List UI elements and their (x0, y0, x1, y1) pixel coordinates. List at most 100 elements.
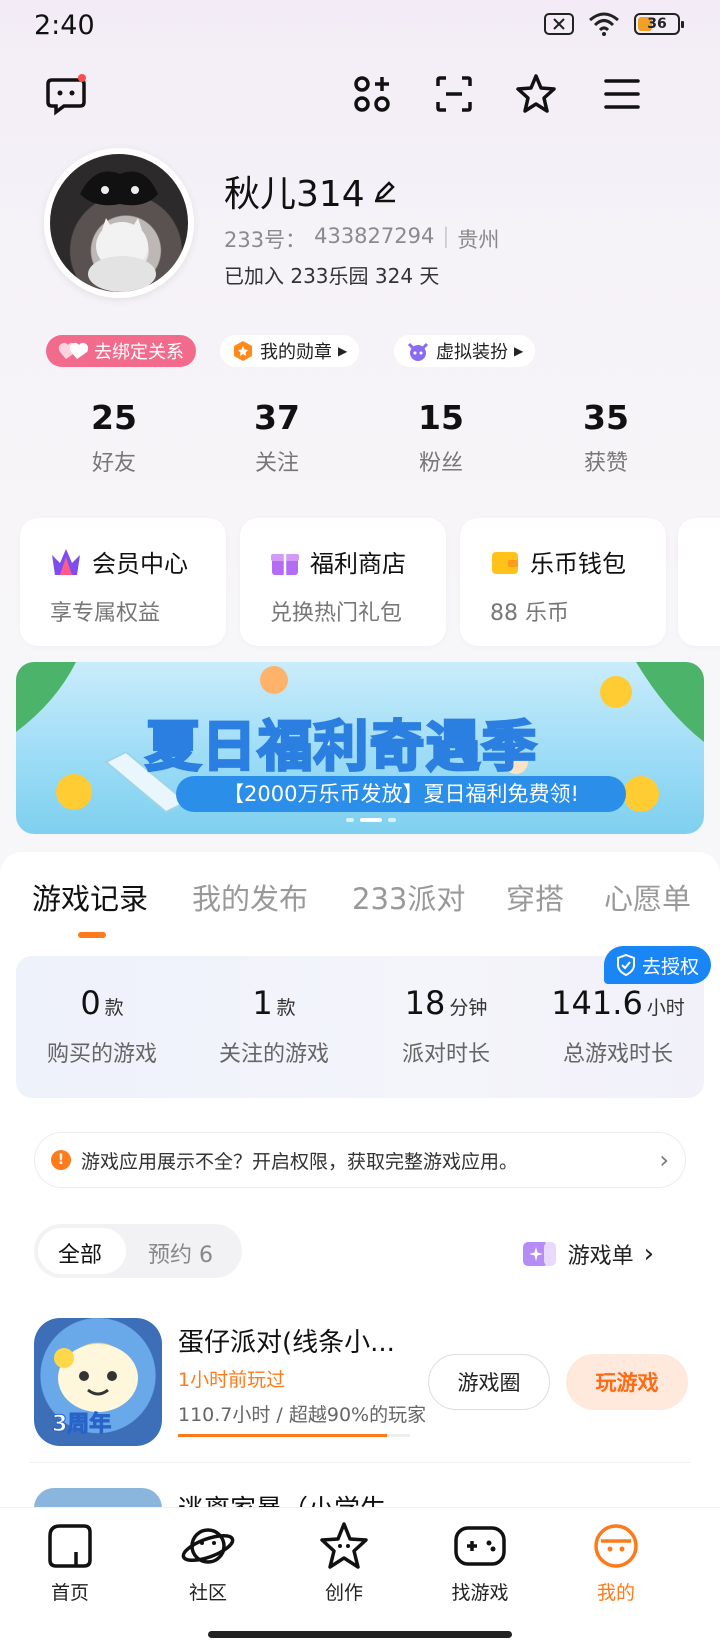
stat-label: 粉丝 (418, 451, 463, 476)
nav-label: 找游戏 (451, 1582, 509, 1604)
medal-label: 我的勋章 (260, 342, 332, 363)
list-divider (30, 1462, 690, 1463)
avatar[interactable] (44, 148, 194, 298)
id-value: 433827294 (314, 224, 435, 248)
nav-label: 我的 (596, 1582, 635, 1604)
welfare-shop-card[interactable]: 福利商店 兑换热门礼包 (240, 518, 446, 646)
home-indicator (208, 1631, 512, 1638)
crown-icon (52, 548, 80, 575)
partial-card[interactable] (678, 518, 720, 646)
banner-subtitle: 【2000万乐币发放】夏日福利免费领! (176, 776, 626, 812)
scan-icon[interactable] (430, 70, 478, 118)
nav-label: 创作 (324, 1582, 363, 1604)
stat-unit: 小时 (646, 997, 685, 1019)
stat-value: 141.6 (551, 984, 643, 1022)
card-subtitle: 兑换热门礼包 (270, 601, 403, 626)
home-icon (48, 1524, 92, 1568)
stat-label: 派对时长 (401, 1042, 490, 1067)
stat-value: 0 (80, 984, 101, 1022)
game-title[interactable]: 蛋仔派对(线条小... (178, 1322, 395, 1359)
nav-home[interactable]: 首页 (20, 1520, 120, 1605)
profile-name: 秋儿314 (224, 165, 397, 217)
stat-label: 关注的游戏 (218, 1042, 329, 1067)
stat-purchased-games[interactable]: 0款 购买的游戏 (16, 984, 188, 1068)
stat-followed-games[interactable]: 1款 关注的游戏 (188, 984, 360, 1068)
stat-label: 获赞 (583, 451, 628, 476)
card-subtitle: 享专属权益 (50, 601, 161, 626)
nav-mine[interactable]: 我的 (566, 1520, 666, 1605)
card-title: 会员中心 (92, 550, 188, 578)
stat-label: 好友 (91, 451, 136, 476)
game-icon-text: 3周年 (51, 1412, 112, 1438)
game-list-link[interactable]: 游戏单 › (522, 1238, 654, 1270)
play-game-button[interactable]: 玩游戏 (566, 1354, 688, 1410)
apps-icon[interactable] (348, 70, 396, 118)
tab-wishlist[interactable]: 心愿单 (604, 876, 691, 918)
promo-banner[interactable]: 夏日福利奇遇季 【2000万乐币发放】夏日福利免费领! (16, 662, 704, 834)
authorize-label: 去授权 (642, 955, 700, 978)
tab-my-posts[interactable]: 我的发布 (192, 876, 308, 918)
chevron-right-icon: › (659, 1146, 669, 1174)
authorize-badge[interactable]: 去授权 (604, 946, 712, 984)
stat-unit: 款 (104, 997, 124, 1019)
stat-value: 18 (404, 984, 446, 1022)
triangle-right-icon: ▶ (338, 344, 348, 358)
coin-wallet-card[interactable]: 乐币钱包 88 乐币 (460, 518, 666, 646)
vip-center-card[interactable]: 会员中心 享专属权益 (20, 518, 226, 646)
permission-notice[interactable]: ! 游戏应用展示不全？开启权限，获取完整游戏应用。 › (34, 1132, 686, 1188)
stat-fans[interactable]: 15 粉丝 (381, 398, 501, 477)
tab-233-party[interactable]: 233派对 (352, 876, 465, 918)
stat-party-time[interactable]: 18 分钟 派对时长 (360, 984, 532, 1068)
nav-label: 首页 (50, 1582, 89, 1604)
stat-number: 37 (254, 398, 300, 437)
nav-find-games[interactable]: 找游戏 (430, 1520, 530, 1605)
sparkle-list-icon (522, 1242, 556, 1266)
heart-icon (58, 342, 88, 359)
game2-icon[interactable] (34, 1488, 162, 1508)
game-progress-fill (178, 1434, 387, 1437)
triangle-right-icon: ▶ (514, 344, 524, 358)
filter-reserved[interactable]: 预约 6 (148, 1237, 213, 1269)
notice-text: 游戏应用展示不全？开启权限，获取完整游戏应用。 (81, 1150, 519, 1173)
shield-check-icon (617, 954, 635, 976)
stat-friends[interactable]: 25 好友 (54, 398, 174, 477)
stat-following[interactable]: 37 关注 (217, 398, 337, 477)
tab-game-records[interactable]: 游戏记录 (32, 876, 148, 918)
star-create-icon (320, 1522, 368, 1569)
game2-title[interactable]: 逃离家暴（小学生 (178, 1490, 386, 1510)
filter-all[interactable]: 全部 (58, 1237, 102, 1269)
stat-total-playtime[interactable]: 141.6 小时 总游戏时长 (532, 984, 704, 1068)
alert-icon: ! (51, 1150, 71, 1170)
stat-unit: 分钟 (449, 997, 488, 1019)
chevron-right-icon: › (643, 1239, 654, 1269)
game-icon[interactable]: 3周年 (34, 1318, 162, 1446)
gift-icon (271, 553, 299, 575)
status-icons: 36 (544, 12, 684, 36)
menu-icon[interactable] (598, 70, 646, 118)
star-badge-icon[interactable] (512, 70, 560, 118)
stat-value: 1 (252, 984, 273, 1022)
edit-icon[interactable] (373, 179, 397, 203)
id-label: 233号： (224, 228, 307, 252)
profile-id-line: 233号： 433827294 | 贵州 (224, 224, 499, 254)
game-last-played: 1小时前玩过 (178, 1369, 286, 1391)
message-icon[interactable] (42, 70, 90, 118)
nav-create[interactable]: 创作 (294, 1520, 394, 1605)
dress-up-pill[interactable]: 虚拟装扮 ▶ (394, 335, 536, 367)
profile-name-text: 秋儿314 (224, 174, 365, 215)
nav-community[interactable]: 社区 (158, 1520, 258, 1605)
medal-pill[interactable]: 我的勋章 ▶ (220, 335, 360, 367)
wallet-icon (492, 551, 518, 574)
status-time: 2:40 (34, 10, 95, 41)
game-list-label: 游戏单 (567, 1244, 634, 1269)
stat-label: 购买的游戏 (46, 1042, 157, 1067)
battery-icon: 36 (634, 13, 684, 35)
card-title: 乐币钱包 (530, 550, 626, 578)
bind-relation-pill[interactable]: 去绑定关系 (46, 335, 196, 367)
banner-pager (346, 818, 396, 822)
tab-outfits[interactable]: 穿搭 (506, 876, 564, 918)
game-circle-button[interactable]: 游戏圈 (428, 1354, 550, 1410)
location: 贵州 (457, 228, 500, 252)
card-subtitle: 88 乐币 (490, 601, 569, 626)
stat-likes[interactable]: 35 获赞 (546, 398, 666, 477)
